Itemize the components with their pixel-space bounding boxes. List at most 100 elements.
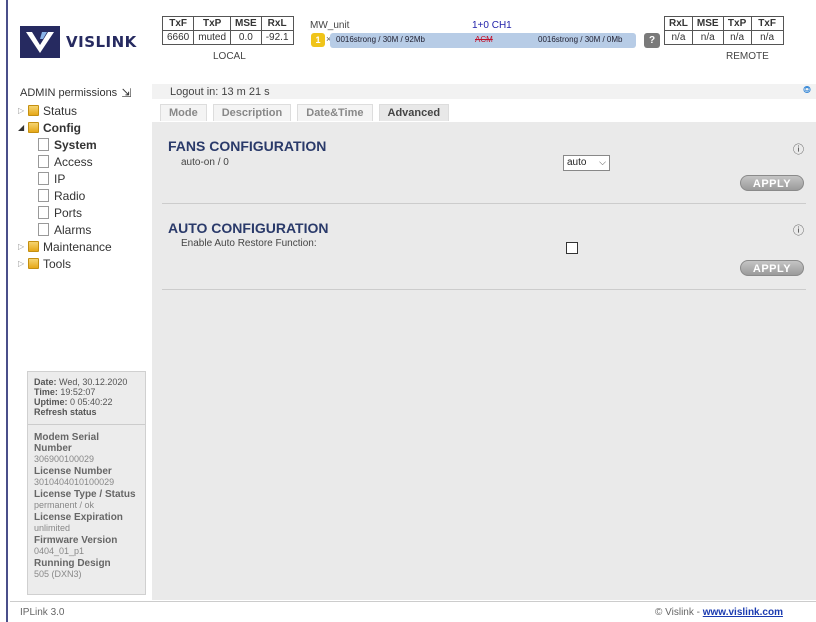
info-value: unlimited	[34, 523, 71, 533]
help-button[interactable]: ?	[644, 33, 660, 48]
page-icon	[38, 138, 49, 151]
nav-label: Alarms	[54, 222, 92, 237]
brand-name: VISLINK	[66, 33, 137, 51]
uptime-label: Uptime:	[34, 397, 68, 407]
nav-item-config[interactable]: ◢ Config	[18, 119, 112, 136]
remote-value: n/a	[691, 30, 724, 45]
logout-timer: Logout in: 13 m 21 s	[170, 86, 270, 98]
permissions-label: ADMIN permissions	[20, 87, 118, 99]
page-icon	[38, 189, 49, 202]
info-value: 306900100029	[34, 454, 95, 464]
fans-mode-value: auto	[567, 157, 587, 168]
nav-item-maintenance[interactable]: ▷ Maintenance	[18, 238, 112, 255]
section-divider	[162, 203, 806, 204]
nav-label: Access	[54, 154, 93, 169]
date-label: Date:	[34, 377, 57, 387]
nav-tree: ▷ Status ◢ Config System Access IP Radio…	[18, 102, 112, 272]
footer-divider	[10, 601, 816, 602]
time-value: 19:52:07	[60, 387, 96, 397]
section-divider	[162, 289, 806, 290]
nav-item-access[interactable]: Access	[18, 153, 112, 170]
copyright: © Vislink - www.vislink.com	[655, 607, 783, 618]
auto-restore-checkbox[interactable]	[566, 242, 578, 254]
nav-label: Ports	[54, 205, 83, 220]
local-value: 6660	[161, 30, 195, 45]
left-profile: 0016strong / 30M / 92Mb	[336, 35, 425, 44]
fans-mode-select[interactable]: auto ⌵	[563, 155, 610, 171]
info-label: Modem Serial Number	[34, 432, 100, 454]
tab-date-time[interactable]: Date&Time	[297, 104, 373, 121]
right-profile: 0016strong / 30M / 0Mb	[538, 35, 623, 44]
remote-header: TxP	[722, 16, 752, 31]
local-value: 0.0	[230, 30, 262, 45]
channel-label: 1+0 CH1	[472, 20, 512, 31]
logout-icon[interactable]: ⇲	[121, 86, 131, 100]
copyright-text: © Vislink -	[655, 607, 703, 618]
auto-restore-label: Enable Auto Restore Function:	[181, 238, 317, 249]
info-icon[interactable]: ⓘ	[793, 222, 804, 238]
remote-header: TxF	[750, 16, 784, 31]
nav-label: Radio	[54, 188, 86, 203]
remote-value: n/a	[750, 30, 784, 45]
local-value: muted	[193, 30, 232, 45]
local-header: TxF	[161, 16, 195, 31]
nav-item-ports[interactable]: Ports	[18, 204, 112, 221]
network-icon[interactable]: ⭗	[803, 85, 811, 96]
expand-arrow-icon[interactable]: ▷	[18, 106, 28, 115]
nav-label: IP	[54, 171, 66, 186]
nav-label: System	[54, 137, 97, 152]
local-value: -92.1	[260, 30, 294, 45]
frame-border	[6, 0, 8, 622]
vislink-website-link[interactable]: www.vislink.com	[703, 607, 783, 618]
link-count-badge[interactable]: 1	[311, 33, 325, 47]
app-version: IPLink 3.0	[20, 607, 65, 618]
uptime-value: 0 05:40:22	[70, 397, 113, 407]
expand-arrow-icon[interactable]: ▷	[18, 242, 28, 251]
tab-description[interactable]: Description	[212, 104, 292, 121]
remote-header: RxL	[664, 16, 693, 31]
brand-logo: VISLINK	[20, 26, 137, 58]
date-value: Wed, 30.12.2020	[59, 377, 128, 387]
nav-item-system[interactable]: System	[18, 136, 112, 153]
fans-apply-button[interactable]: APPLY	[740, 175, 804, 191]
page-icon	[38, 172, 49, 185]
nav-item-alarms[interactable]: Alarms	[18, 221, 112, 238]
remote-caption: REMOTE	[726, 51, 769, 62]
remote-value: n/a	[722, 30, 752, 45]
info-icon[interactable]: ⓘ	[793, 141, 804, 157]
nav-label: Tools	[43, 256, 72, 271]
info-value: permanent / ok	[34, 500, 95, 510]
auto-section-title: AUTO CONFIGURATION	[168, 220, 329, 236]
folder-icon	[28, 241, 39, 252]
page-icon	[38, 206, 49, 219]
info-value: 0404_01_p1	[34, 546, 85, 556]
nav-item-radio[interactable]: Radio	[18, 187, 112, 204]
info-value: 3010404010100029	[34, 477, 115, 487]
auto-apply-button[interactable]: APPLY	[740, 260, 804, 276]
folder-icon	[28, 258, 39, 269]
expand-arrow-icon[interactable]: ▷	[18, 259, 28, 268]
tab-advanced[interactable]: Advanced	[378, 104, 450, 121]
chevron-down-icon: ⌵	[599, 157, 606, 167]
page-icon	[38, 155, 49, 168]
collapse-arrow-icon[interactable]: ◢	[18, 123, 28, 132]
nav-label: Maintenance	[43, 239, 112, 254]
refresh-status-link[interactable]: Refresh status	[34, 407, 139, 417]
nav-item-tools[interactable]: ▷ Tools	[18, 255, 112, 272]
local-header: RxL	[260, 16, 294, 31]
fans-field-label: auto-on / 0	[181, 157, 229, 168]
nav-item-status[interactable]: ▷ Status	[18, 102, 112, 119]
link-status-bar: 0016strong / 30M / 92Mb ACM 0016strong /…	[330, 33, 636, 48]
nav-label: Status	[43, 103, 78, 118]
system-status-panel: Date: Wed, 30.12.2020 Time: 19:52:07 Upt…	[27, 371, 146, 595]
info-label: Running Design	[34, 558, 111, 569]
nav-item-ip[interactable]: IP	[18, 170, 112, 187]
info-label: Firmware Version	[34, 535, 118, 546]
local-header: TxP	[193, 16, 232, 31]
vislink-logo-icon	[20, 26, 60, 58]
tab-bar: Mode Description Date&Time Advanced	[160, 104, 450, 121]
acm-label: ACM	[475, 35, 493, 44]
local-header: MSE	[230, 16, 262, 31]
tab-mode[interactable]: Mode	[160, 104, 207, 121]
remote-value: n/a	[664, 30, 693, 45]
